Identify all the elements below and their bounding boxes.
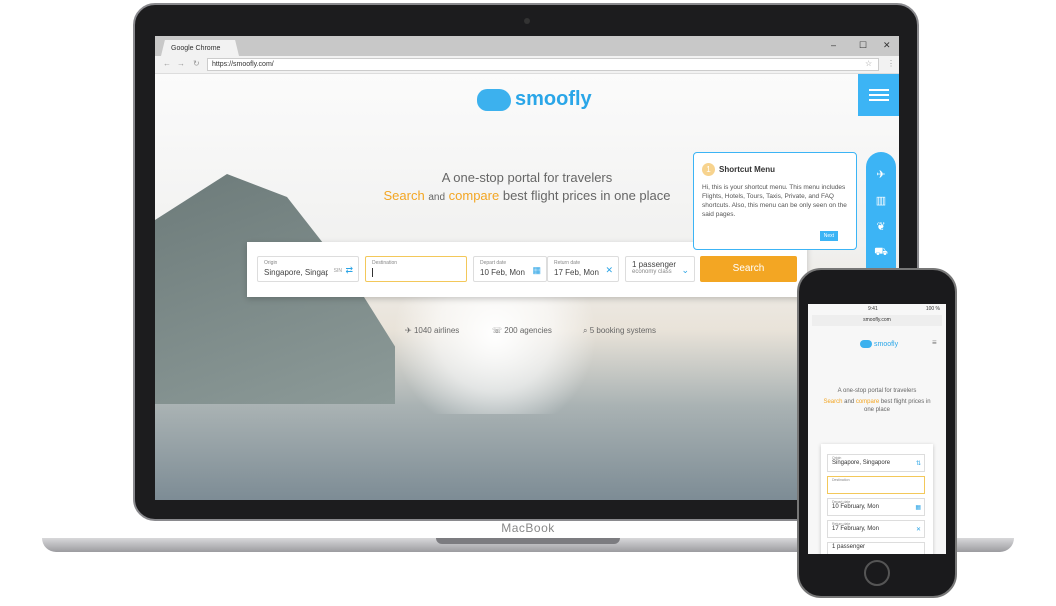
chevron-down-icon: ⌄ bbox=[681, 265, 689, 275]
swap-icon: ⇄ bbox=[345, 265, 353, 275]
tab-bar: Google Chrome – ☐ ✕ bbox=[155, 36, 899, 56]
hamburger-menu-button[interactable] bbox=[858, 74, 899, 116]
close-button[interactable]: ✕ bbox=[883, 40, 891, 51]
shortcut-menu: ✈ ▥ ❦ ⛟ bbox=[866, 152, 896, 282]
laptop-notch bbox=[436, 538, 620, 544]
tooltip-body: Hi, this is your shortcut menu. This men… bbox=[702, 184, 847, 218]
return-date-field[interactable]: Return date 17 Feb, Mon ✕ bbox=[547, 256, 619, 282]
stat-airlines: ✈ 1040 airlines bbox=[405, 326, 460, 335]
phone-subheadline: Search and compare best flight prices in… bbox=[823, 399, 931, 413]
plane-icon[interactable]: ✈ bbox=[876, 168, 885, 181]
back-icon[interactable]: ← bbox=[163, 59, 171, 68]
phone-passenger-field[interactable]: 1 passenger bbox=[827, 542, 925, 554]
phone-url-bar[interactable]: smoofly.com bbox=[812, 315, 942, 326]
stat-booking-systems: ⌕ 5 booking systems bbox=[583, 326, 656, 335]
search-icon: ⌕ bbox=[583, 326, 588, 335]
hotel-icon[interactable]: ▥ bbox=[876, 194, 886, 207]
passenger-select[interactable]: 1 passenger economy class ⌄ bbox=[625, 256, 695, 282]
star-icon[interactable]: ☆ bbox=[865, 59, 872, 68]
more-icon[interactable]: ⋮ bbox=[887, 59, 895, 68]
calendar-icon: ▦ bbox=[532, 265, 541, 275]
car-icon[interactable]: ⛟ bbox=[874, 246, 888, 260]
depart-date-field[interactable]: Depart date 10 Feb, Mon ▦ bbox=[473, 256, 547, 282]
leaf-icon[interactable]: ❦ bbox=[876, 220, 885, 233]
web-page: smoofly A one-stop portal for travelers … bbox=[155, 74, 899, 500]
search-button[interactable]: Search bbox=[700, 256, 797, 282]
cloud-icon bbox=[860, 340, 872, 348]
phone-logo: smoofly bbox=[860, 340, 898, 348]
phone-depart-field[interactable]: Depart date 10 February, Mon ▦ bbox=[827, 498, 925, 516]
browser-tab[interactable]: Google Chrome bbox=[161, 40, 239, 56]
reload-icon[interactable]: ↻ bbox=[193, 59, 200, 68]
search-form: OriginSingapore, SingaporeSIN⇄ Destinati… bbox=[247, 242, 807, 297]
status-bar: 9:41 100 % bbox=[868, 306, 940, 312]
phone-origin-field[interactable]: Origin Singapore, Singapore ⇅ bbox=[827, 454, 925, 472]
camera bbox=[524, 18, 530, 24]
shortcut-tooltip: 1 Shortcut Menu Hi, this is your shortcut… bbox=[693, 152, 857, 250]
cloud-icon bbox=[477, 88, 511, 111]
next-button[interactable]: Next bbox=[819, 231, 838, 241]
stat-agencies: ☏ 200 agencies bbox=[492, 326, 552, 335]
home-button[interactable] bbox=[864, 560, 890, 586]
destination-field[interactable]: Destination bbox=[365, 256, 467, 282]
minimize-button[interactable]: – bbox=[831, 40, 836, 50]
laptop-screen: Google Chrome – ☐ ✕ ← → ↻ https://smoofl… bbox=[155, 36, 899, 500]
phone-headline: A one-stop portal for travelers bbox=[837, 388, 917, 394]
handshake-icon: ☏ bbox=[492, 326, 503, 335]
logo-text: smoofly bbox=[515, 88, 592, 110]
forward-icon[interactable]: → bbox=[177, 59, 185, 68]
tooltip-title: Shortcut Menu bbox=[719, 165, 775, 174]
address-bar-row: ← → ↻ https://smoofly.com/ ☆ ⋮ bbox=[155, 56, 899, 74]
hamburger-icon[interactable]: ≡ bbox=[932, 338, 937, 347]
phone-destination-field[interactable]: Destination bbox=[827, 476, 925, 494]
step-badge: 1 bbox=[702, 163, 715, 176]
phone-return-field[interactable]: Return date 17 February, Mon ✕ bbox=[827, 520, 925, 538]
maximize-button[interactable]: ☐ bbox=[859, 40, 867, 51]
tab-title: Google Chrome bbox=[171, 45, 221, 52]
logo[interactable]: smoofly bbox=[477, 88, 592, 111]
url-input[interactable]: https://smoofly.com/ bbox=[207, 58, 879, 71]
clear-icon: ✕ bbox=[605, 265, 613, 275]
phone-screen: 9:41 100 % smoofly.com smoofly ≡ A one-st… bbox=[808, 304, 946, 554]
paper-plane-icon: ✈ bbox=[405, 326, 412, 335]
origin-field[interactable]: OriginSingapore, SingaporeSIN⇄ bbox=[257, 256, 359, 282]
